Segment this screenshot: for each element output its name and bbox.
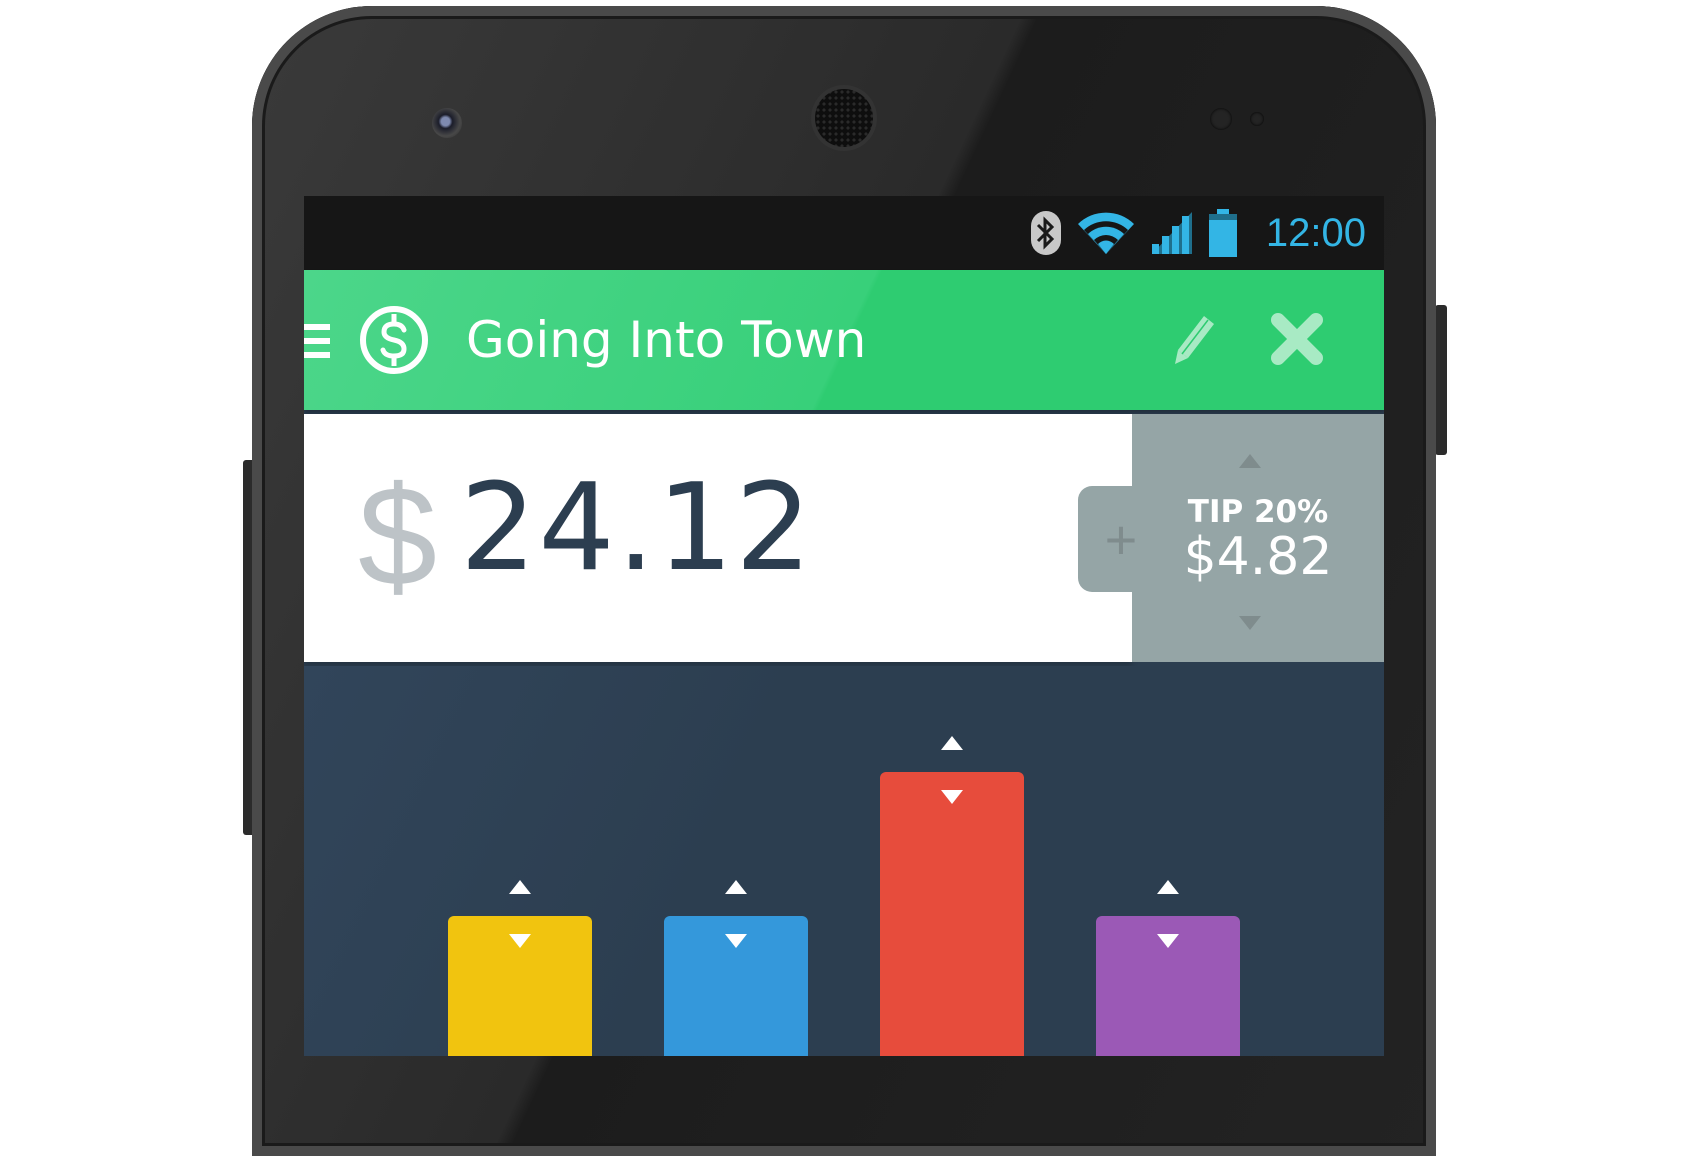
tip-amount: $4.82 — [1183, 527, 1333, 587]
signal-icon — [1151, 212, 1192, 254]
close-x-icon[interactable] — [1266, 308, 1328, 370]
edit-pencil-icon[interactable] — [1164, 308, 1226, 370]
app-bar: Going Into Town — [304, 270, 1384, 410]
bill-amount[interactable]: 24.12 — [460, 454, 814, 604]
front-camera — [432, 108, 462, 138]
bar-decrease-arrow-icon[interactable] — [507, 932, 533, 950]
bar-decrease-arrow-icon[interactable] — [1155, 932, 1181, 950]
wifi-icon — [1077, 212, 1134, 254]
battery-icon — [1208, 209, 1237, 257]
bar-increase-arrow-icon[interactable] — [939, 734, 965, 752]
bar-increase-arrow-icon[interactable] — [507, 878, 533, 896]
proximity-sensor — [1210, 108, 1232, 130]
bar-increase-arrow-icon[interactable] — [723, 878, 749, 896]
bar-decrease-arrow-icon[interactable] — [723, 932, 749, 950]
split-bar[interactable] — [880, 772, 1024, 1056]
phone-power-button — [1435, 305, 1447, 455]
tip-increase-arrow-icon[interactable] — [1237, 452, 1263, 470]
hamburger-menu-icon[interactable] — [304, 324, 330, 362]
bill-amount-panel[interactable]: $ 24.12 — [304, 414, 1132, 662]
earpiece-speaker — [815, 89, 873, 147]
tip-decrease-arrow-icon[interactable] — [1237, 614, 1263, 632]
bluetooth-icon — [1030, 211, 1061, 255]
dollar-circle-icon — [360, 306, 428, 374]
tip-label: TIP 20% — [1187, 494, 1329, 530]
bar-increase-arrow-icon[interactable] — [1155, 878, 1181, 896]
split-bars-area — [304, 666, 1384, 1056]
bar-decrease-arrow-icon[interactable] — [939, 788, 965, 806]
status-time: 12:00 — [1265, 210, 1366, 255]
page-title: Going Into Town — [466, 311, 867, 369]
status-bar: 12:00 — [304, 196, 1384, 270]
light-sensor — [1250, 112, 1264, 126]
currency-symbol: $ — [358, 457, 437, 616]
phone-screen: 12:00 Going Into Town $ 24.12 + TIP 20% … — [304, 196, 1384, 1056]
